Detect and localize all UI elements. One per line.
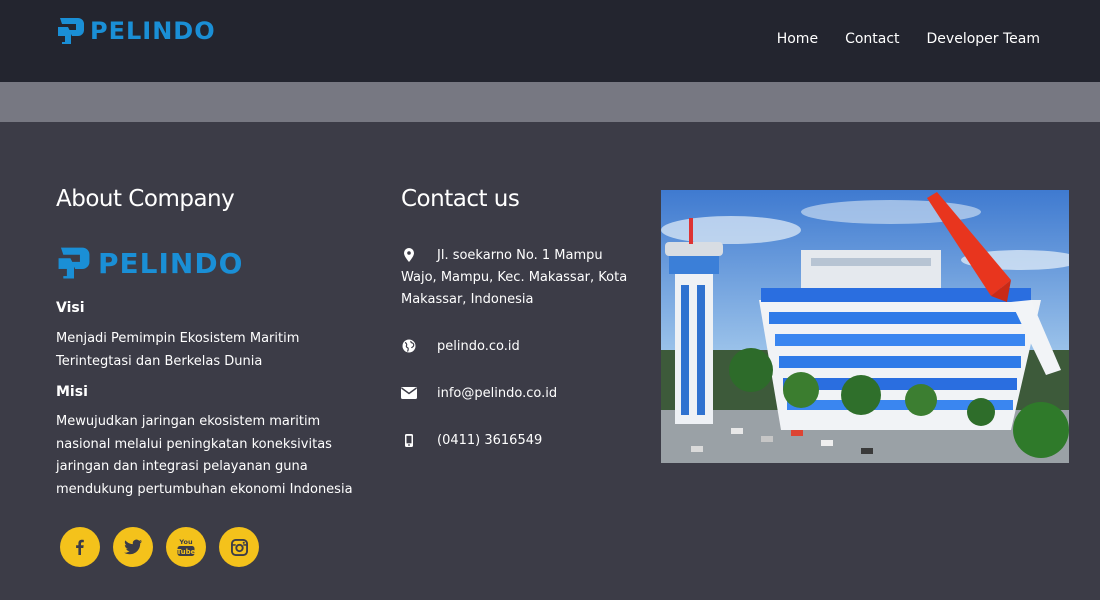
pelindo-logo[interactable]: PELINDO — [56, 15, 216, 47]
svg-text:You: You — [178, 538, 193, 546]
nav-menu: Home Contact Developer Team — [777, 31, 1040, 47]
nav-developer-team-link[interactable]: Developer Team — [927, 31, 1040, 47]
youtube-icon: You Tube — [177, 538, 195, 556]
address-text: Jl. soekarno No. 1 Mampu Wajo, Mampu, Ke… — [401, 248, 628, 307]
misi-text: Mewujudkan jaringan ekosistem maritim na… — [56, 414, 353, 497]
navbar: PELINDO Home Contact Developer Team — [0, 0, 1100, 82]
contact-phone: (0411) 3616549 — [401, 430, 542, 452]
envelope-icon — [401, 385, 417, 401]
pelindo-logo-mark-icon — [58, 18, 84, 44]
visi-text: Menjadi Pemimpin Ekosistem Maritim Terin… — [56, 331, 300, 369]
email-text[interactable]: info@pelindo.co.id — [401, 383, 557, 405]
contact-address: Jl. soekarno No. 1 Mampu Wajo, Mampu, Ke… — [401, 245, 641, 311]
hero-band — [0, 82, 1100, 122]
footer: About Company PELINDO Visi Menjadi Pemim… — [0, 122, 1100, 600]
pelindo-building-photo — [661, 190, 1069, 463]
svg-text:Tube: Tube — [177, 548, 195, 556]
nav-home-link[interactable]: Home — [777, 31, 818, 47]
social-links: You Tube — [60, 527, 259, 567]
youtube-button[interactable]: You Tube — [166, 527, 206, 567]
globe-icon — [401, 338, 417, 354]
facebook-button[interactable] — [60, 527, 100, 567]
misi-heading: Misi — [56, 384, 88, 400]
mobile-phone-icon — [401, 432, 417, 448]
about-pelindo-logo: PELINDO — [56, 244, 243, 282]
phone-text[interactable]: (0411) 3616549 — [401, 430, 542, 452]
instagram-icon — [230, 538, 248, 556]
twitter-icon — [124, 539, 142, 555]
brand-name: PELINDO — [98, 246, 244, 280]
brand-name: PELINDO — [90, 17, 216, 45]
contact-us-title: Contact us — [401, 186, 520, 212]
map-marker-icon — [401, 247, 417, 263]
nav-contact-link[interactable]: Contact — [845, 31, 899, 47]
facebook-icon — [76, 539, 84, 555]
instagram-button[interactable] — [219, 527, 259, 567]
contact-website: pelindo.co.id — [401, 336, 520, 358]
about-company-title: About Company — [56, 186, 235, 212]
visi-heading: Visi — [56, 300, 85, 316]
website-text[interactable]: pelindo.co.id — [401, 336, 520, 358]
twitter-button[interactable] — [113, 527, 153, 567]
pelindo-logo-mark-icon — [58, 247, 90, 279]
contact-email: info@pelindo.co.id — [401, 383, 557, 405]
